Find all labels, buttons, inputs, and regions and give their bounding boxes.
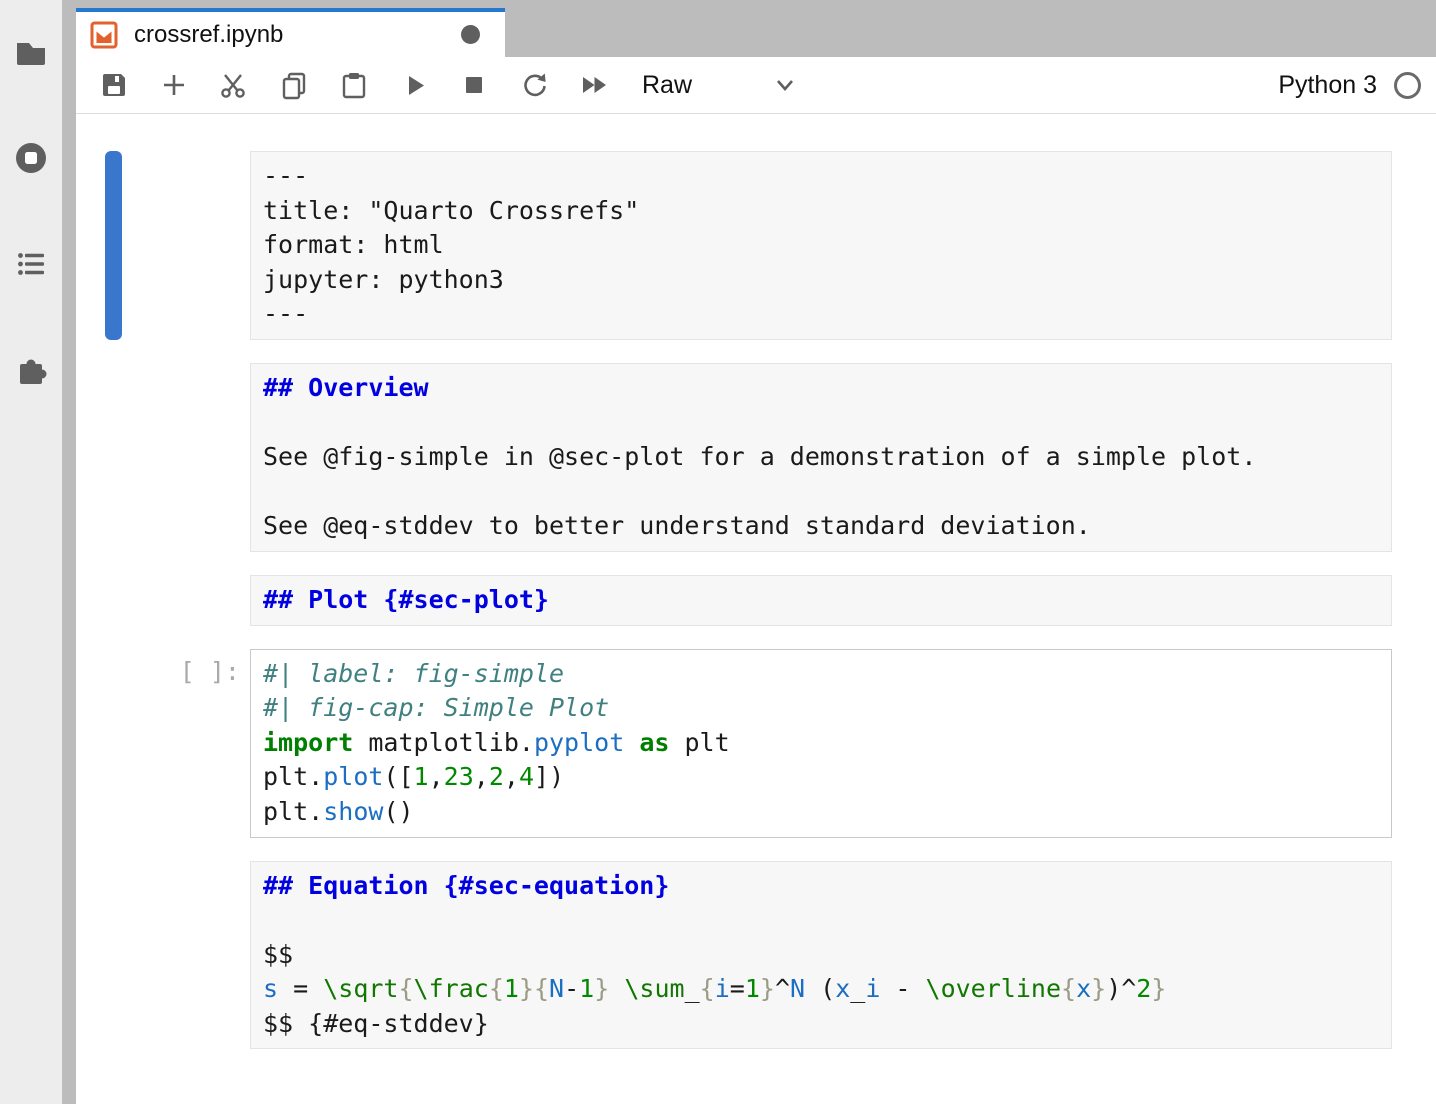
- table-of-contents-icon[interactable]: [13, 246, 49, 282]
- code-line: plt.plot([1,23,2,4]): [263, 760, 1379, 795]
- interrupt-kernel-button[interactable]: [452, 65, 496, 105]
- code-line: plt.show(): [263, 795, 1379, 830]
- cell-collapser[interactable]: [105, 575, 122, 626]
- code-line: #| label: fig-simple: [263, 657, 1379, 692]
- cell-editor[interactable]: ## Equation {#sec-equation} $$s = \sqrt{\…: [250, 861, 1392, 1050]
- clipboard-icon: [338, 69, 370, 101]
- left-sidebar: [0, 0, 62, 1104]
- code-line: title: "Quarto Crossrefs": [263, 194, 1379, 229]
- run-icon: [398, 69, 430, 101]
- notebook-cell-markdown-4: ## Equation {#sec-equation} $$s = \sqrt{\…: [105, 861, 1392, 1050]
- code-line: [263, 406, 1379, 441]
- code-line: import matplotlib.pyplot as plt: [263, 726, 1379, 761]
- insert-cell-button[interactable]: [152, 65, 196, 105]
- main-dock-panel: crossref.ipynb: [62, 0, 1436, 1104]
- code-line: [263, 475, 1379, 510]
- code-line: $$ {#eq-stddev}: [263, 1007, 1379, 1042]
- active-cell-collapser[interactable]: [105, 151, 122, 340]
- notebook-cell-code-3: [ ]:#| label: fig-simple#| fig-cap: Simp…: [105, 649, 1392, 838]
- extensions-icon[interactable]: [13, 352, 49, 388]
- cell-editor[interactable]: ## Overview See @fig-simple in @sec-plot …: [250, 363, 1392, 552]
- code-line: jupyter: python3: [263, 263, 1379, 298]
- run-cell-button[interactable]: [392, 65, 436, 105]
- cell-editor[interactable]: ---title: "Quarto Crossrefs"format: html…: [250, 151, 1392, 340]
- save-icon: [98, 69, 130, 101]
- code-line: format: html: [263, 228, 1379, 263]
- fast-forward-icon: [578, 69, 610, 101]
- code-line: $$: [263, 938, 1379, 973]
- code-line: See @eq-stddev to better understand stan…: [263, 509, 1379, 544]
- notebook-cells: ---title: "Quarto Crossrefs"format: html…: [76, 114, 1436, 1104]
- cell-input-prompt: [122, 363, 250, 552]
- restart-kernel-button[interactable]: [512, 65, 556, 105]
- code-line: ## Overview: [263, 371, 1379, 406]
- cell-input-prompt: [122, 575, 250, 626]
- chevron-down-icon: [772, 72, 798, 98]
- kernel-name: Python 3: [1278, 71, 1377, 100]
- cell-input-prompt: [ ]:: [122, 649, 250, 838]
- code-line: s = \sqrt{\frac{1}{N-1} \sum_{i=1}^N (x_…: [263, 972, 1379, 1007]
- cell-editor[interactable]: ## Plot {#sec-plot}: [250, 575, 1392, 626]
- cell-type-select[interactable]: Raw: [642, 71, 798, 100]
- notebook-cell-markdown-2: ## Plot {#sec-plot}: [105, 575, 1392, 626]
- cut-cells-button[interactable]: [212, 65, 256, 105]
- folder-icon[interactable]: [13, 34, 49, 70]
- cell-type-value: Raw: [642, 71, 692, 100]
- plus-icon: [158, 69, 190, 101]
- cell-collapser[interactable]: [105, 861, 122, 1050]
- stop-icon: [458, 69, 490, 101]
- code-line: ---: [263, 159, 1379, 194]
- code-line: ---: [263, 297, 1379, 332]
- cell-collapser[interactable]: [105, 649, 122, 838]
- tab-bar: crossref.ipynb: [76, 0, 1436, 57]
- running-sessions-icon[interactable]: [13, 140, 49, 176]
- cell-collapser[interactable]: [105, 363, 122, 552]
- copy-icon: [278, 69, 310, 101]
- kernel-status-icon: [1394, 72, 1421, 99]
- restart-run-all-button[interactable]: [572, 65, 616, 105]
- tab-crossref-ipynb[interactable]: crossref.ipynb: [76, 8, 505, 57]
- unsaved-changes-dot[interactable]: [461, 25, 480, 44]
- kernel-indicator[interactable]: Python 3: [1278, 71, 1436, 100]
- code-line: #| fig-cap: Simple Plot: [263, 691, 1379, 726]
- code-line: ## Equation {#sec-equation}: [263, 869, 1379, 904]
- cell-input-prompt: [122, 151, 250, 340]
- notebook-cell-markdown-1: ## Overview See @fig-simple in @sec-plot …: [105, 363, 1392, 552]
- code-line: ## Plot {#sec-plot}: [263, 583, 1379, 618]
- save-button[interactable]: [92, 65, 136, 105]
- code-line: See @fig-simple in @sec-plot for a demon…: [263, 440, 1379, 475]
- cell-input-prompt: [122, 861, 250, 1050]
- code-line: [263, 903, 1379, 938]
- scissors-icon: [218, 69, 250, 101]
- notebook-cell-raw-0: ---title: "Quarto Crossrefs"format: html…: [105, 151, 1392, 340]
- jupyterlab-shell: crossref.ipynb: [0, 0, 1436, 1104]
- cell-editor[interactable]: #| label: fig-simple#| fig-cap: Simple P…: [250, 649, 1392, 838]
- restart-icon: [518, 69, 550, 101]
- notebook-file-icon: [89, 20, 119, 50]
- notebook-panel: Raw Python 3 ---title: "Quarto Crossrefs…: [76, 57, 1436, 1104]
- notebook-toolbar: Raw Python 3: [76, 57, 1436, 114]
- tab-title: crossref.ipynb: [134, 21, 283, 49]
- paste-cells-button[interactable]: [332, 65, 376, 105]
- copy-cells-button[interactable]: [272, 65, 316, 105]
